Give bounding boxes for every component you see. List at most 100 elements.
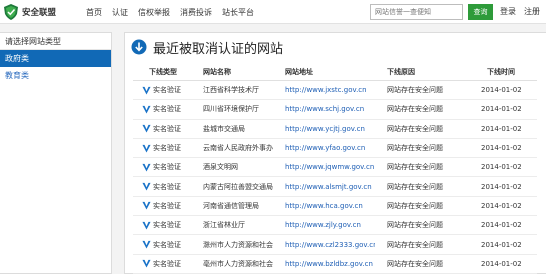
page-title-row: 最近被取消认证的网站 (131, 37, 283, 57)
col-header-type: 下线类型 (149, 67, 177, 76)
site-url-link[interactable]: http://www.czl2333.gov.cn (273, 241, 375, 249)
page-title: 最近被取消认证的网站 (153, 41, 284, 57)
site-url-link[interactable]: http://www.bzldbz.gov.cn (273, 260, 375, 268)
check-v-icon (142, 125, 151, 133)
logo[interactable]: 安全联盟 (4, 3, 56, 21)
main-panel: 最近被取消认证的网站 下线类型 网站名称 网站地址 下线原因 下线时间 实名验证… (124, 32, 546, 274)
sidebar-heading: 请选择网站类型 (0, 33, 111, 50)
site-url-link[interactable]: http://www.yfao.gov.cn (273, 144, 375, 152)
site-name: 盐城市交通局 (203, 124, 245, 133)
site-url-link[interactable]: http://www.zjly.gov.cn (273, 221, 375, 229)
table-row: 实名验证 内蒙古阿拉善盟交通局 http://www.alsmjt.gov.cn 网站… (133, 177, 537, 197)
top-bar: 安全联盟 首页 认证 信权举报 消费投诉 站长平台 查询 登录 注册 (0, 0, 546, 24)
search-input[interactable] (370, 4, 463, 20)
offline-type-label: 实名验证 (153, 144, 181, 153)
sidebar-item-education[interactable]: 教育类 (0, 67, 111, 84)
table-row: 实名验证 亳州市人力资源和社会保...http://www.bzldbz.gov.… (133, 255, 537, 274)
col-header-date: 下线时间 (487, 67, 515, 76)
col-header-name: 网站名称 (203, 67, 231, 76)
offline-reason: 网站存在安全问题 (387, 240, 443, 249)
offline-type: 实名验证 (133, 201, 193, 211)
table-row: 实名验证 酒泉文明网 http://www.jqwmw.gov.cn 网站存在安全问题… (133, 158, 537, 178)
offline-type: 实名验证 (133, 220, 193, 230)
site-name: 酒泉文明网 (203, 163, 238, 172)
nav-home[interactable]: 首页 (86, 7, 102, 18)
site-url-link[interactable]: http://www.hca.gov.cn (273, 202, 375, 210)
offline-reason: 网站存在安全问题 (387, 86, 443, 95)
offline-type-label: 实名验证 (153, 259, 181, 268)
login-link[interactable]: 登录 (500, 0, 516, 24)
offline-type-label: 实名验证 (153, 124, 181, 133)
table-row: 实名验证 浙江省林业厅 http://www.zjly.gov.cn 网站存在安全问题… (133, 216, 537, 236)
offline-type: 实名验证 (133, 162, 193, 172)
check-v-icon (142, 105, 151, 114)
nav-certification[interactable]: 认证 (112, 7, 128, 18)
offline-type: 实名验证 (133, 124, 193, 134)
offline-type: 实名验证 (133, 259, 193, 269)
site-url-link[interactable]: http://www.jqwmw.gov.cn (273, 163, 375, 171)
check-v-icon (142, 240, 151, 249)
check-v-icon (142, 260, 151, 268)
offline-date: 2014-01-02 (481, 240, 522, 249)
offline-type-label: 实名验证 (153, 201, 181, 210)
offline-date: 2014-01-02 (481, 144, 522, 153)
offline-type-label: 实名验证 (153, 105, 181, 114)
sidebar-item-government[interactable]: 政府类 (0, 50, 111, 67)
offline-reason: 网站存在安全问题 (387, 182, 443, 191)
site-url-link[interactable]: http://www.jxstc.gov.cn (273, 86, 375, 94)
site-name: 滁州市人力资源和社会保... (203, 240, 273, 249)
site-name: 河南省通信管理局 (203, 201, 259, 210)
search-button[interactable]: 查询 (468, 4, 493, 20)
offline-type: 实名验证 (133, 182, 193, 192)
offline-type-label: 实名验证 (153, 182, 181, 191)
site-name: 云南省人民政府外事办公室 (203, 144, 273, 153)
check-v-icon (142, 221, 151, 230)
offline-date: 2014-01-02 (481, 163, 522, 172)
offline-type-label: 实名验证 (153, 163, 181, 172)
revoked-sites-table: 下线类型 网站名称 网站地址 下线原因 下线时间 实名验证 江西省科学技术厅 htt… (133, 63, 537, 274)
check-v-icon (142, 163, 151, 172)
offline-type-label: 实名验证 (153, 86, 181, 95)
table-row: 实名验证 江西省科学技术厅 http://www.jxstc.gov.cn 网站存在安… (133, 81, 537, 101)
check-v-icon (142, 202, 151, 210)
offline-date: 2014-01-02 (481, 221, 522, 230)
site-name: 江西省科学技术厅 (203, 86, 259, 95)
site-name: 四川省环境保护厅 (203, 105, 259, 114)
site-name: 内蒙古阿拉善盟交通局 (203, 182, 273, 191)
col-header-reason: 下线原因 (387, 67, 415, 76)
nav-webmaster[interactable]: 站长平台 (222, 7, 254, 18)
site-url-link[interactable]: http://www.ycjtj.gov.cn (273, 125, 375, 133)
table-row: 实名验证 云南省人民政府外事办公室http://www.yfao.gov.cn 网站… (133, 139, 537, 159)
download-arrow-circle-icon (131, 39, 147, 55)
table-row: 实名验证 河南省通信管理局 http://www.hca.gov.cn 网站存在安全问… (133, 197, 537, 217)
offline-date: 2014-01-02 (481, 86, 522, 95)
offline-type: 实名验证 (133, 104, 193, 114)
offline-date: 2014-01-02 (481, 105, 522, 114)
nav-report[interactable]: 信权举报 (138, 7, 170, 18)
offline-type: 实名验证 (133, 85, 193, 95)
offline-type-label: 实名验证 (153, 240, 181, 249)
offline-type-label: 实名验证 (153, 221, 181, 230)
check-v-icon (142, 183, 151, 191)
offline-date: 2014-01-02 (481, 201, 522, 210)
site-name: 浙江省林业厅 (203, 221, 245, 230)
logo-text: 安全联盟 (22, 8, 57, 18)
offline-reason: 网站存在安全问题 (387, 105, 443, 114)
offline-reason: 网站存在安全问题 (387, 163, 443, 172)
offline-reason: 网站存在安全问题 (387, 259, 443, 268)
table-row: 实名验证 滁州市人力资源和社会保...http://www.czl2333.gov… (133, 235, 537, 255)
site-name: 亳州市人力资源和社会保... (203, 259, 273, 268)
site-url-link[interactable]: http://www.schj.gov.cn (273, 105, 375, 113)
table-header: 下线类型 网站名称 网站地址 下线原因 下线时间 (133, 63, 537, 81)
offline-reason: 网站存在安全问题 (387, 221, 443, 230)
offline-reason: 网站存在安全问题 (387, 144, 443, 153)
col-header-url: 网站地址 (285, 67, 313, 76)
nav-complaint[interactable]: 消费投诉 (180, 7, 212, 18)
offline-type: 实名验证 (133, 143, 193, 153)
table-row: 实名验证 盐城市交通局 http://www.ycjtj.gov.cn 网站存在安全问… (133, 120, 537, 139)
register-link[interactable]: 注册 (524, 0, 540, 24)
main-nav: 首页 认证 信权举报 消费投诉 站长平台 (86, 0, 264, 24)
site-url-link[interactable]: http://www.alsmjt.gov.cn (273, 183, 375, 191)
offline-date: 2014-01-02 (481, 182, 522, 191)
check-v-icon (142, 86, 151, 95)
